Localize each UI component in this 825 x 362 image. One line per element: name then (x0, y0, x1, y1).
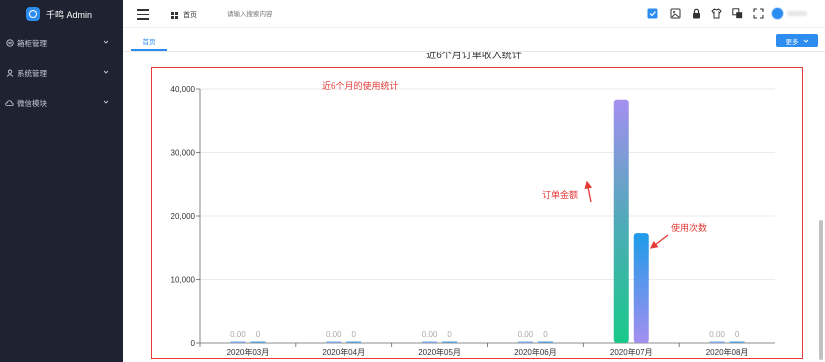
sidebar: 千鸣 Admin 箱柜管理 系统管理 微信模块 (0, 0, 123, 362)
grid-icon (171, 11, 178, 19)
annotation-usage-count: 使用次数 (671, 223, 708, 233)
sidebar-item-cabinet[interactable]: 箱柜管理 (0, 28, 123, 58)
bar (613, 99, 629, 343)
image-icon[interactable] (670, 8, 681, 19)
x-tick-label: 2020年05月 (418, 347, 461, 357)
sidebar-item-label: 系统管理 (17, 68, 47, 78)
x-tick-label: 2020年07月 (610, 347, 653, 357)
x-tick-label: 2020年06月 (514, 347, 557, 357)
notification-icon[interactable] (647, 8, 658, 19)
bar (250, 341, 266, 343)
data-label: 0.00 (518, 330, 534, 339)
arrow-count (649, 234, 669, 249)
dashboard-content: 近6个月订单收入统计 0 10,000 20,000 30,000 40,000 2020… (123, 52, 825, 362)
y-tick-label: 20,000 (171, 212, 196, 221)
bar (537, 341, 553, 343)
cabinet-icon (5, 39, 14, 48)
logo-icon (26, 7, 40, 21)
breadcrumb-home[interactable]: 首页 (183, 10, 197, 20)
avatar[interactable] (771, 7, 784, 20)
data-label: 0 (447, 330, 452, 339)
arrow-amount (584, 180, 593, 203)
lock-icon[interactable] (691, 8, 702, 19)
x-tick-label: 2020年08月 (706, 347, 749, 357)
x-tick-label: 2020年04月 (322, 347, 365, 357)
bar (517, 341, 533, 343)
bar (422, 341, 438, 343)
sidebar-item-system[interactable]: 系统管理 (0, 58, 123, 88)
translate-icon[interactable] (732, 8, 743, 19)
search-input[interactable] (227, 8, 367, 20)
bar (442, 341, 458, 343)
tab-home[interactable]: 首页 (131, 32, 167, 51)
username-placeholder[interactable] (787, 11, 807, 16)
sidebar-item-wechat[interactable]: 微信模块 (0, 88, 123, 118)
app-title: 千鸣 Admin (46, 9, 93, 20)
app-logo[interactable]: 千鸣 Admin (0, 0, 123, 28)
bar (709, 341, 725, 343)
data-label: 0.00 (326, 330, 342, 339)
annotation-chart-note: 近6个月的使用统计 (322, 81, 399, 91)
data-label: 0.00 (422, 330, 438, 339)
shirt-icon[interactable] (711, 8, 722, 19)
menu-toggle-icon[interactable] (137, 9, 149, 20)
breadcrumb: 首页 (171, 10, 197, 20)
y-tick-label: 0 (191, 339, 196, 348)
bar-chart: 0 10,000 20,000 30,000 40,000 2020年03月 0.00 0 20… (171, 85, 775, 357)
y-tick-label: 40,000 (171, 85, 196, 94)
chevron-down-icon (103, 100, 109, 104)
x-tick-label: 2020年03月 (227, 347, 270, 357)
top-header: 首页 (123, 0, 825, 28)
chevron-down-icon (103, 40, 109, 44)
sidebar-item-label: 微信模块 (17, 98, 47, 108)
data-label: 0 (256, 330, 261, 339)
cloud-icon (5, 99, 14, 108)
data-label: 0.00 (230, 330, 246, 339)
annotation-order-amount: 订单金额 (542, 190, 579, 200)
data-label: 0.00 (709, 330, 725, 339)
more-button-label: 更多 (785, 38, 799, 46)
y-tick-label: 30,000 (171, 149, 196, 158)
bar (729, 341, 745, 343)
bar (633, 233, 649, 343)
tab-bar: 首页 更多 (123, 28, 825, 52)
data-label: 0 (735, 330, 740, 339)
more-button[interactable]: 更多 (776, 34, 818, 47)
data-label: 0 (543, 330, 548, 339)
bar (326, 341, 342, 343)
data-label: 0 (352, 330, 357, 339)
chevron-down-icon (803, 39, 808, 43)
chevron-down-icon (103, 70, 109, 74)
bar (346, 341, 362, 343)
scrollbar[interactable] (819, 220, 823, 360)
bar (230, 341, 246, 343)
y-tick-label: 10,000 (171, 276, 196, 285)
fullscreen-icon[interactable] (753, 8, 764, 19)
user-icon (5, 69, 14, 78)
sidebar-item-label: 箱柜管理 (17, 38, 47, 48)
